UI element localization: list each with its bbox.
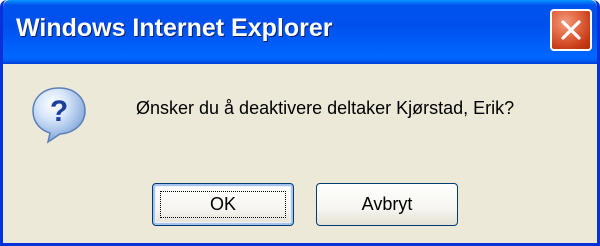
cancel-button-label: Avbryt [361,194,413,214]
dialog-window: Windows Internet Explorer ? Ønsker du å … [0,0,600,246]
window-title: Windows Internet Explorer [16,14,333,42]
dialog-message: Ønsker du å deaktivere deltaker Kjørstad… [136,98,515,118]
close-button[interactable] [550,9,592,51]
dialog-content: ? Ønsker du å deaktivere deltaker Kjørst… [3,64,597,243]
title-bar[interactable]: Windows Internet Explorer [3,0,597,64]
svg-text:?: ? [50,95,68,128]
focus-rectangle [160,191,286,218]
question-icon: ? [32,87,86,144]
cancel-button[interactable]: Avbryt [316,183,458,226]
ok-button[interactable]: OK [152,183,294,226]
close-x-icon [561,20,581,40]
